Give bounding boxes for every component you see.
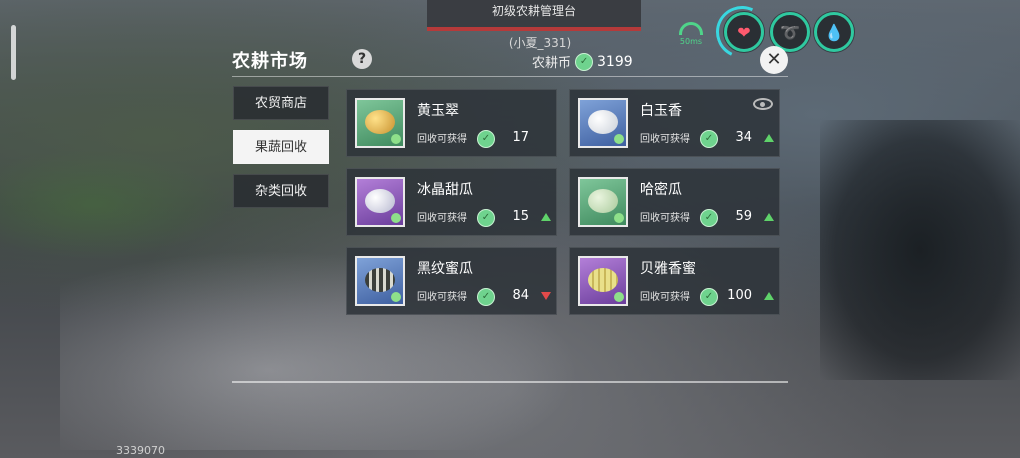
recycle-label: 回收可获得 [417,213,467,224]
item-name: 贝雅香蜜 [640,261,696,277]
leaf-icon [614,134,624,144]
item-card[interactable]: 白玉香 回收可获得 ✓ 34 [569,89,780,157]
panel-title: 农耕市场 [232,51,308,72]
trend-up-icon [764,292,774,300]
leaf-icon [391,292,401,302]
close-button[interactable]: ✕ [760,46,788,74]
currency-display: 农耕币 ✓ 3199 [532,52,633,71]
melon-icon [365,268,395,292]
coin-icon: ✓ [700,130,718,148]
top-banner: 初级农耕管理台 [427,0,641,31]
item-card[interactable]: 冰晶甜瓜 回收可获得 ✓ 15 [346,168,557,236]
banner-title: 初级农耕管理台 [491,4,576,18]
reward-value: 17 [512,130,529,145]
melon-icon [588,268,618,292]
item-card[interactable]: 哈密瓜 回收可获得 ✓ 59 [569,168,780,236]
coin-icon: ✓ [477,209,495,227]
recycle-label: 回收可获得 [640,134,690,145]
trend-up-icon [764,213,774,221]
item-name: 冰晶甜瓜 [417,182,473,198]
item-name: 黄玉翠 [417,103,459,119]
reward-value: 59 [735,209,752,224]
trend-down-icon [541,292,551,300]
reward-value: 100 [727,288,752,303]
item-card[interactable]: 黑纹蜜瓜 回收可获得 ✓ 84 [346,247,557,315]
recycle-label: 回收可获得 [417,134,467,145]
trend-up-icon [764,134,774,142]
melon-icon [588,110,618,134]
melon-icon [588,189,618,213]
item-thumbnail [578,256,628,306]
coin-icon: ✓ [575,52,594,71]
help-button[interactable]: ? [352,49,372,69]
melon-icon [365,189,395,213]
background-shadow [820,120,1020,380]
item-card[interactable]: 黄玉翠 回收可获得 ✓ 17 [346,89,557,157]
leaf-icon [391,213,401,223]
reward-value: 84 [512,288,529,303]
eye-icon[interactable] [753,98,773,110]
tab-misc-recycle[interactable]: 杂类回收 [233,174,329,208]
coin-icon: ✓ [477,288,495,306]
item-thumbnail [355,177,405,227]
item-thumbnail [355,256,405,306]
trend-up-icon [541,213,551,221]
coin-icon: ✓ [477,130,495,148]
item-name: 白玉香 [640,103,682,119]
item-name: 哈密瓜 [640,182,682,198]
divider [232,76,788,77]
coin-icon: ✓ [700,288,718,306]
footer-id: 3339070 [116,444,165,457]
coin-icon: ✓ [700,209,718,227]
item-card[interactable]: 贝雅香蜜 回收可获得 ✓ 100 [569,247,780,315]
heart-icon[interactable]: ❤ [724,12,764,52]
ping-indicator: 50ms [676,22,706,46]
background-grass [0,150,230,260]
reward-value: 34 [735,130,752,145]
leaf-icon [614,213,624,223]
reward-value: 15 [512,209,529,224]
currency-value: 3199 [597,53,633,70]
leaf-icon [391,134,401,144]
melon-icon [365,110,395,134]
ping-text: 50ms [679,37,703,46]
wifi-icon [679,22,703,35]
water-drop-icon[interactable]: 💧 [814,12,854,52]
side-handle[interactable] [11,25,16,80]
tab-produce-recycle[interactable]: 果蔬回收 [233,130,329,164]
tab-farm-shop[interactable]: 农贸商店 [233,86,329,120]
currency-label: 农耕币 [532,56,572,71]
item-thumbnail [578,98,628,148]
leaf-icon [614,292,624,302]
divider [232,381,788,383]
recycle-label: 回收可获得 [640,292,690,303]
category-tabs: 农贸商店 果蔬回收 杂类回收 [233,86,329,218]
player-name: (小夏_331) [508,36,572,50]
item-thumbnail [355,98,405,148]
recycle-label: 回收可获得 [417,292,467,303]
item-thumbnail [578,177,628,227]
recycle-label: 回收可获得 [640,213,690,224]
item-name: 黑纹蜜瓜 [417,261,473,277]
